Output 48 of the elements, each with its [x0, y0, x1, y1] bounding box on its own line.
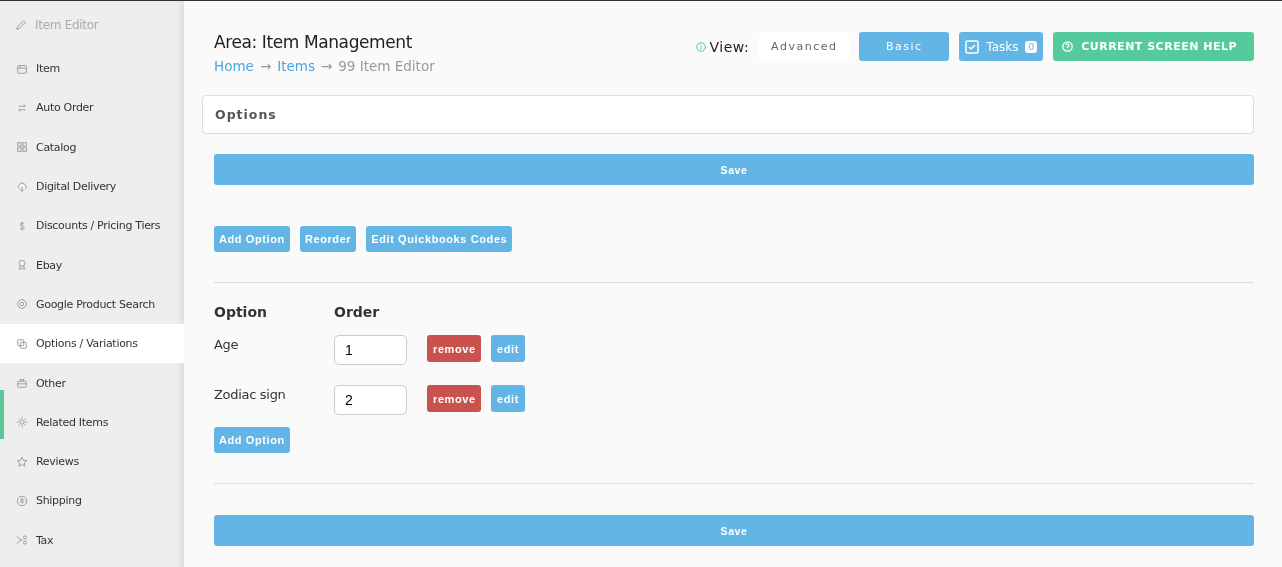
sidebar-item[interactable]: Related Items — [0, 402, 184, 442]
circle-arrow-icon — [16, 494, 28, 507]
box-icon — [16, 62, 28, 75]
sidebar-item[interactable]: Catalog — [0, 127, 184, 167]
star-icon — [16, 455, 28, 468]
sun-icon — [16, 416, 28, 429]
checkbox-icon — [965, 39, 980, 54]
shuffle-icon — [16, 534, 28, 547]
sidebar-item[interactable]: Discounts / Pricing Tiers — [0, 206, 184, 246]
panel-title: Options — [215, 107, 277, 122]
arrow-separator: → — [259, 58, 272, 74]
option-name: Age — [214, 336, 240, 352]
sidebar-item[interactable]: Item — [0, 49, 184, 89]
grid-icon — [16, 141, 28, 154]
option-name: Zodiac sign — [214, 386, 287, 402]
remove-button[interactable]: remove — [427, 385, 481, 412]
view-label: View: — [709, 38, 750, 55]
remove-button[interactable]: remove — [427, 335, 481, 362]
order-field[interactable]: 2 — [334, 385, 407, 415]
side-marker — [0, 390, 4, 439]
sidebar-item[interactable]: Digital Delivery — [0, 166, 184, 207]
ribbon-icon — [16, 259, 28, 272]
pencil-icon — [15, 19, 27, 31]
copy-icon — [16, 337, 28, 350]
sidebar-title: Item Editor — [35, 18, 99, 32]
breadcrumb-current: 99 Item Editor — [338, 58, 435, 74]
question-icon — [1062, 41, 1074, 52]
sidebar-item[interactable]: Options / Variations — [0, 324, 184, 364]
count-badge: 0 — [1025, 40, 1038, 53]
sidebar-item[interactable]: Auto Order — [0, 88, 184, 128]
sidebar-item[interactable]: Reviews — [0, 441, 184, 482]
gear-icon — [16, 298, 28, 311]
info-icon — [695, 41, 706, 52]
arrow-separator: → — [320, 58, 333, 74]
sidebar-item[interactable]: Other — [0, 363, 184, 403]
repeat-icon — [16, 101, 28, 114]
sidebar-item[interactable]: Ebay — [0, 245, 184, 285]
order-field[interactable]: 1 — [334, 335, 407, 365]
column-header: Option — [214, 304, 268, 322]
sidebar-item[interactable]: Tax — [0, 520, 184, 560]
dollar-icon — [16, 219, 28, 232]
column-header: Order — [334, 304, 380, 322]
page-title: Area: Item Management — [214, 32, 413, 52]
cloud-download-icon — [16, 180, 28, 193]
briefcase-icon — [16, 377, 28, 389]
sidebar-item[interactable]: Google Product Search — [0, 284, 184, 325]
sidebar-item[interactable]: Shipping — [0, 481, 184, 521]
view-toggle[interactable]: Advanced — [759, 32, 850, 61]
